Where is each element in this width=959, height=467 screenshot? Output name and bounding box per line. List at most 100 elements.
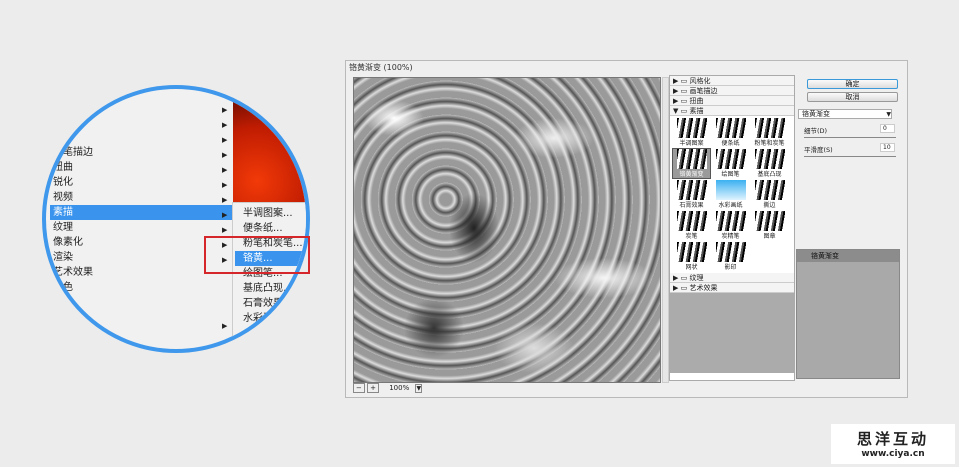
filter-thumbnail[interactable]: 便条纸 [712, 118, 749, 147]
thumbnail-image [754, 149, 785, 169]
filter-thumbnail[interactable]: 粉笔和炭笔 [751, 118, 788, 147]
expand-right-icon: ▶ [673, 284, 679, 292]
filter-select-value: 铬黄渐变 [802, 110, 830, 118]
thumbnail-image [676, 118, 707, 138]
zoom-out-button[interactable]: − [353, 383, 365, 393]
folder-icon: ▭ [680, 284, 688, 292]
thumbnail-label: 炭笔 [685, 233, 698, 240]
filter-thumbnail[interactable]: 炭精笔 [712, 211, 749, 240]
thumbnail-image [754, 211, 785, 231]
zoom-in-button[interactable]: + [367, 383, 379, 393]
menu-item-label: 艺术效果 [53, 267, 93, 278]
menu-item-label: 视频 [53, 192, 73, 203]
thumbnail-label: 铬黄渐变 [679, 171, 704, 178]
filter-thumbnail[interactable]: 石膏效果 [673, 180, 710, 209]
smoothness-slider[interactable] [804, 156, 896, 157]
sketch-submenu: 半调图案... 便条纸... 粉笔和炭笔... 铬黄... 绘图笔... 基底凸现... 石… [232, 202, 306, 349]
thumbnail-image [676, 211, 707, 231]
menu-item[interactable]: 画笔描边 [50, 145, 236, 160]
filter-thumbnail[interactable]: 炭笔 [673, 211, 710, 240]
filter-thumbnail[interactable]: 半调图案 [673, 118, 710, 147]
zoom-level[interactable]: 100% [389, 384, 413, 392]
zoom-dropdown-icon[interactable]: ▼ [415, 384, 423, 393]
preview-image[interactable] [353, 77, 661, 383]
filter-thumbnail[interactable]: 铬黄渐变 [672, 148, 711, 179]
thumbnail-image [754, 180, 785, 200]
chevron-down-icon: ▼ [886, 111, 891, 118]
filter-thumbnail[interactable]: 影印 [712, 242, 749, 271]
filter-category[interactable]: ▶ ▭ 风格化 [670, 76, 794, 86]
category-label: 纹理 [689, 274, 704, 282]
filter-category[interactable]: ▶ ▭ 艺术效果 [670, 283, 794, 293]
preview-scrollbar[interactable] [662, 77, 669, 383]
filter-thumbnail[interactable]: 撕边 [751, 180, 788, 209]
thumbnail-label: 粉笔和炭笔 [754, 140, 785, 147]
filter-thumbnail[interactable]: 图章 [751, 211, 788, 240]
category-label: 扭曲 [689, 97, 704, 105]
menu-item[interactable]: 视频 [50, 190, 236, 205]
folder-icon: ▭ [680, 107, 688, 115]
thumbnail-label: 石膏效果 [679, 202, 704, 209]
category-label: 风格化 [689, 77, 711, 85]
filter-select[interactable]: 铬黄渐变 ▼ [798, 109, 892, 119]
thumbnail-image [676, 149, 707, 169]
thumbnail-label: 水彩画纸 [718, 202, 743, 209]
filter-thumbnail[interactable]: 网状 [673, 242, 710, 271]
submenu-arrow-icon: ▶ [222, 181, 228, 189]
filter-thumbnail[interactable]: 水彩画纸 [712, 180, 749, 209]
effect-layers: 铬黄渐变 [796, 249, 900, 379]
filter-category[interactable]: ▶ ▭ 扭曲 [670, 96, 794, 106]
logo-url: www.ciya.cn [861, 449, 925, 459]
submenu-arrow-icon: ▶ [222, 226, 228, 234]
menu-item-label: 渲染 [53, 252, 73, 263]
menu-item-label: 画笔描边 [53, 147, 93, 158]
submenu-arrow-icon: ▶ [222, 106, 228, 114]
logo-name: 思洋互动 [856, 430, 929, 448]
menu-item[interactable]: 素描 [50, 205, 236, 220]
submenu-item[interactable]: 便条纸... [235, 221, 306, 236]
menu-item[interactable]: 纹理 [50, 220, 236, 235]
menu-item[interactable]: 扭曲 [50, 160, 236, 175]
thumbnail-label: 炭精笔 [721, 233, 740, 240]
thumbnail-label: 网状 [685, 264, 698, 271]
menu-item[interactable]: 锐化 [50, 175, 236, 190]
detail-input[interactable]: 0 [880, 124, 895, 133]
menu-item[interactable]: 杂色 [50, 280, 236, 295]
thumbnail-label: 半调图案 [679, 140, 704, 147]
submenu-item[interactable]: 石膏效果... [235, 296, 306, 311]
folder-icon: ▭ [680, 77, 688, 85]
filter-thumbnail[interactable]: 基底凸现 [751, 149, 788, 178]
menu-item-label: 素描 [53, 207, 73, 218]
zoom-bar: − + 100% ▼ [353, 383, 661, 395]
empty-area [670, 293, 794, 373]
thumbnail-label: 图章 [763, 233, 776, 240]
folder-icon: ▭ [680, 87, 688, 95]
ok-button[interactable]: 确定 [807, 79, 898, 89]
dialog-title: 铬黄渐变 (100%) [349, 63, 413, 72]
filter-category[interactable]: ▼ ▭ 素描 [670, 106, 794, 116]
detail-slider[interactable] [804, 137, 896, 138]
menu-item-label: 杂色 [53, 282, 73, 293]
expand-down-icon: ▼ [673, 107, 679, 115]
filter-category[interactable]: ▶ ▭ 画笔描边 [670, 86, 794, 96]
thumbnail-label: 撕边 [763, 202, 776, 209]
submenu-arrow-icon: ▶ [222, 211, 228, 219]
effect-layer[interactable]: 铬黄渐变 [797, 250, 899, 262]
cancel-button[interactable]: 取消 [807, 92, 898, 102]
expand-right-icon: ▶ [673, 97, 679, 105]
menu-item-label: 像素化 [53, 237, 83, 248]
category-label: 素描 [689, 107, 704, 115]
submenu-item[interactable]: 水彩画... [235, 311, 306, 326]
filter-category[interactable]: ▶ ▭ 纹理 [670, 273, 794, 283]
submenu-item[interactable]: 半调图案... [235, 206, 306, 221]
submenu-item[interactable]: 基底凸现... [235, 281, 306, 296]
menu-item-label: 扭曲 [53, 162, 73, 173]
smoothness-label: 平滑度(S) [804, 146, 833, 154]
filter-thumbnail[interactable]: 绘图笔 [712, 149, 749, 178]
submenu-arrow-icon: ▶ [222, 196, 228, 204]
submenu-arrow-icon: ▶ [222, 136, 228, 144]
smoothness-input[interactable]: 10 [880, 143, 895, 152]
folder-icon: ▭ [680, 274, 688, 282]
thumbnail-label: 影印 [724, 264, 737, 271]
folder-icon: ▭ [680, 97, 688, 105]
